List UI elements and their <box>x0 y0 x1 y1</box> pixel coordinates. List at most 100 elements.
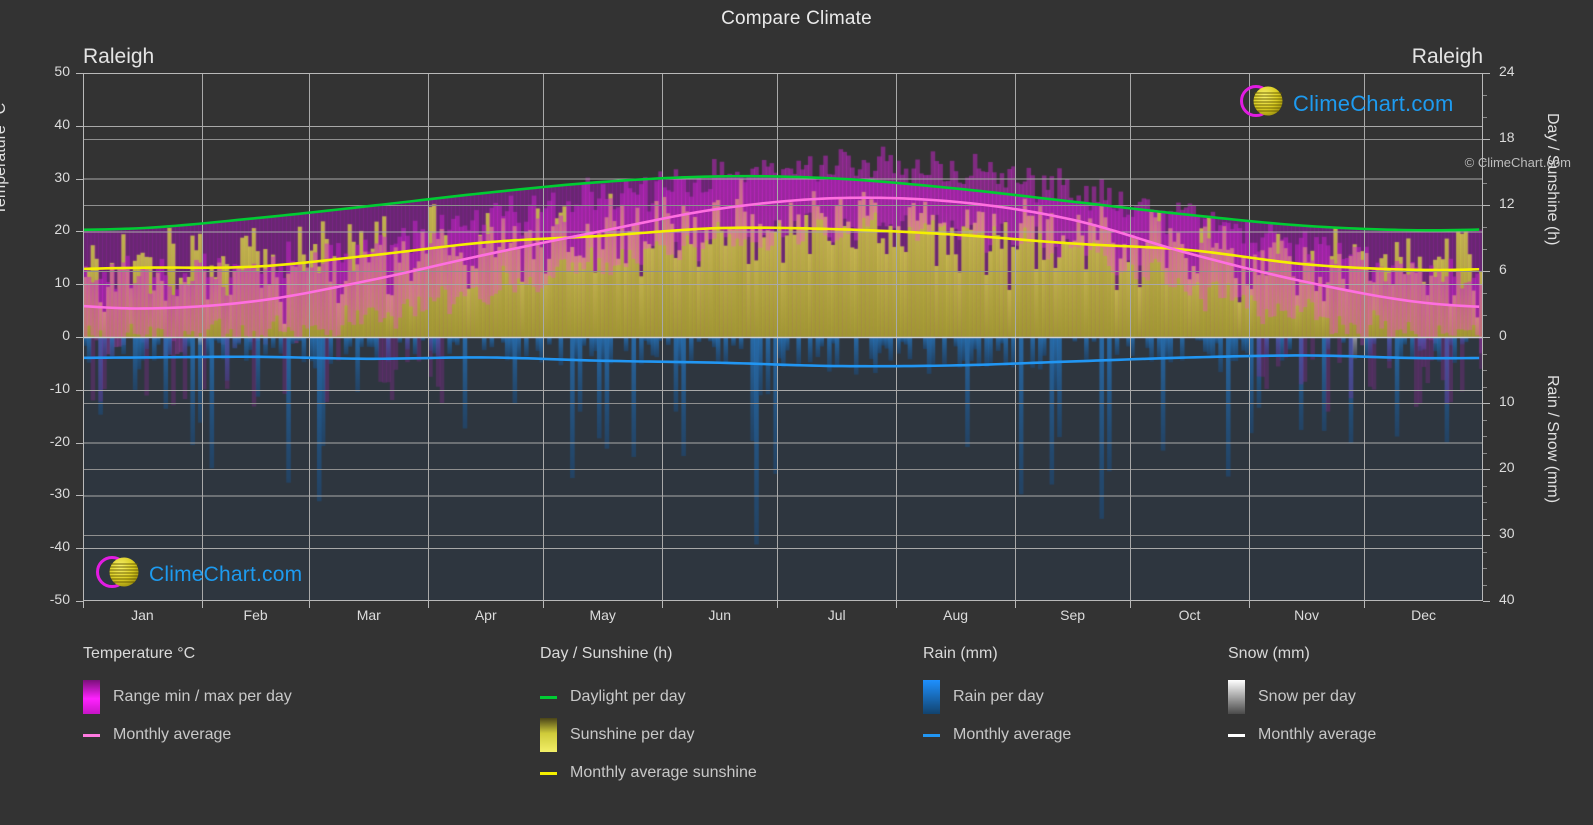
y-tick-left: -10 <box>49 379 70 396</box>
x-tick-mark <box>1364 601 1366 608</box>
y-tick-minor-right-top <box>1483 117 1487 118</box>
legend-item-label: Monthly average sunshine <box>570 764 757 781</box>
y-tick-minor-right-bottom <box>1483 436 1487 437</box>
x-tick-mark <box>543 601 545 608</box>
copyright-text: © ClimeChart.com <box>1464 155 1571 170</box>
y-tick-mark-left <box>76 389 83 391</box>
legend-line-swatch-wrap <box>83 733 100 737</box>
legend-item[interactable]: Monthly average sunshine <box>540 754 757 792</box>
legend-item[interactable]: Monthly average <box>83 716 292 754</box>
y-tick-right-top: 12 <box>1499 195 1515 211</box>
y-tick-minor-right-bottom <box>1483 353 1487 355</box>
y-tick-minor-right-bottom <box>1483 419 1487 421</box>
legend-swatch <box>923 680 940 714</box>
x-tick-sep: Sep <box>1060 607 1086 623</box>
y-tick-minor-right-top <box>1483 183 1487 184</box>
x-tick-feb: Feb <box>243 607 268 623</box>
y-tick-mark-right-bottom <box>1483 403 1490 404</box>
x-tick-apr: Apr <box>474 607 497 623</box>
legend-item[interactable]: Snow per day <box>1228 678 1376 716</box>
y-tick-minor-right-top <box>1483 95 1487 96</box>
y-tick-minor-right-bottom <box>1483 502 1487 503</box>
legend-item-label: Monthly average <box>1258 726 1377 743</box>
sunshine-average-line <box>83 226 1480 272</box>
legend-line-swatch-wrap <box>540 771 557 775</box>
legend-group-title: Snow (mm) <box>1228 645 1310 662</box>
legend-item-label: Daylight per day <box>570 688 686 705</box>
chart-plot-area <box>83 73 1483 601</box>
legend-item-label: Sunshine per day <box>570 726 695 743</box>
legend-line-swatch <box>923 733 940 737</box>
x-tick-mark <box>896 601 898 608</box>
legend-item[interactable]: Monthly average <box>923 716 1071 754</box>
x-tick-mark <box>777 601 779 608</box>
x-tick-oct: Oct <box>1178 607 1201 623</box>
chart-overlay <box>83 73 1483 601</box>
legend-item-label: Rain per day <box>953 688 1044 705</box>
climechart-logo-icon <box>1237 82 1289 125</box>
legend-item[interactable]: Monthly average <box>1228 716 1376 754</box>
x-tick-mark <box>201 601 203 608</box>
daylight-line <box>83 174 1480 232</box>
y-tick-right-bottom: 10 <box>1499 393 1515 409</box>
climechart-logo-text: ClimeChart.com <box>1293 90 1454 116</box>
y-tick-right-bottom: 30 <box>1499 525 1515 541</box>
y-tick-left: 10 <box>54 274 70 291</box>
legend-group-rain-mm: Rain (mm) Rain per day Monthly average <box>923 645 1071 754</box>
y-tick-minor-right-bottom <box>1483 568 1487 569</box>
logo-mark-svg <box>1240 85 1283 117</box>
y-tick-minor-right-bottom <box>1483 485 1487 487</box>
y-tick-mark-right-top <box>1483 73 1490 74</box>
climate-chart-page: Compare Climate Raleigh Raleigh 50 40 30 20… <box>0 0 1593 825</box>
right-axis-top-label: Day / Sunshine (h) <box>1544 113 1561 246</box>
y-tick-mark-left <box>76 442 83 444</box>
y-tick-left: 20 <box>54 221 70 238</box>
y-tick-left: 30 <box>54 168 70 185</box>
page-title: Compare Climate <box>721 8 872 29</box>
legend-item[interactable]: Range min / max per day <box>83 678 292 716</box>
climechart-logo-top: ClimeChart.com <box>1237 82 1454 125</box>
y-tick-mark-left <box>76 601 83 602</box>
y-tick-left: 50 <box>54 63 70 79</box>
legend-item-label: Range min / max per day <box>113 688 292 705</box>
y-tick-mark-left <box>76 231 83 233</box>
y-tick-minor-right-top <box>1483 293 1487 294</box>
y-tick-minor-right-top <box>1483 315 1487 316</box>
legend-group-title: Day / Sunshine (h) <box>540 645 673 662</box>
y-tick-left: -40 <box>49 538 70 555</box>
y-tick-mark-right-top <box>1483 139 1490 140</box>
y-tick-left: -20 <box>49 432 70 449</box>
legend-item-label: Monthly average <box>953 726 1072 743</box>
left-axis-label: Temperature °C <box>0 102 9 215</box>
x-tick-jun: Jun <box>708 607 731 623</box>
y-tick-right-top: 0 <box>1499 327 1507 343</box>
left-city-label: Raleigh <box>83 45 155 68</box>
logo-mark-svg-2 <box>96 556 139 588</box>
y-tick-mark-left <box>76 73 83 74</box>
y-tick-mark-right-top <box>1483 205 1490 206</box>
legend-item[interactable]: Sunshine per day <box>540 716 757 754</box>
legend-line-swatch <box>83 733 100 737</box>
x-tick-jul: Jul <box>827 607 846 623</box>
legend-item-label: Monthly average <box>113 726 232 743</box>
y-tick-right-top: 6 <box>1499 261 1507 277</box>
rain-average-line <box>83 354 1480 368</box>
legend-item[interactable]: Rain per day <box>923 678 1071 716</box>
legend-line-swatch-wrap <box>1228 733 1245 737</box>
legend-item[interactable]: Daylight per day <box>540 678 757 716</box>
x-tick-mar: Mar <box>356 607 381 623</box>
y-tick-mark-left <box>76 495 83 497</box>
legend-line-swatch-wrap <box>923 733 940 737</box>
legend-swatch <box>83 680 100 714</box>
y-tick-minor-right-bottom <box>1483 386 1487 388</box>
x-tick-aug: Aug <box>943 607 969 623</box>
y-tick-mark-right-bottom <box>1483 601 1490 602</box>
climechart-logo-icon-2 <box>93 553 145 596</box>
y-tick-minor-right-bottom <box>1483 584 1487 586</box>
y-tick-mark-right-top <box>1483 271 1490 272</box>
x-tick-mark <box>428 601 430 608</box>
legend-group-title: Temperature °C <box>83 645 196 662</box>
x-tick-mark <box>83 601 84 608</box>
y-tick-mark-left <box>76 125 83 127</box>
x-tick-mark <box>662 601 664 608</box>
